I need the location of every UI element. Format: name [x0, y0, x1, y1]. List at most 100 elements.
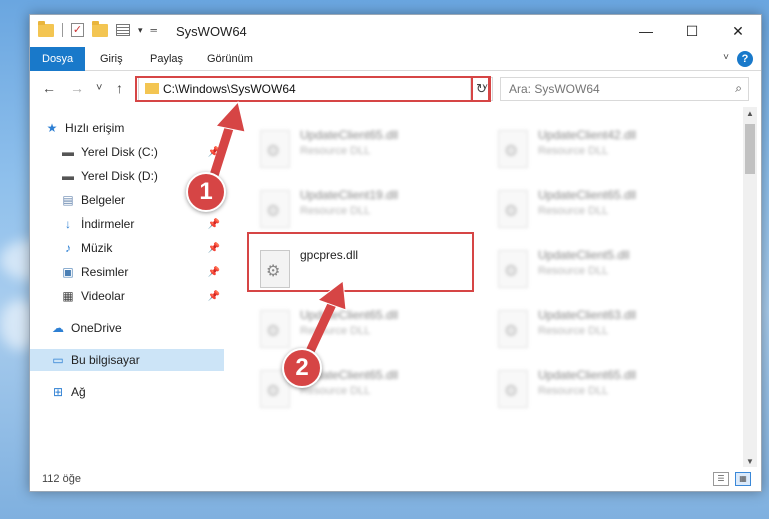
dll-file-icon [260, 130, 290, 168]
file-type: Resource DLL [538, 385, 609, 397]
new-folder-icon[interactable] [92, 20, 108, 37]
file-tile[interactable]: UpdateClient65.dll Resource DLL [490, 185, 710, 235]
scroll-thumb[interactable] [745, 124, 755, 174]
file-type: Resource DLL [538, 145, 609, 157]
file-tile[interactable]: UpdateClient42.dll Resource DLL [490, 125, 710, 175]
sidebar-item-pictures[interactable]: ▣ Resimler 📌 [30, 261, 224, 283]
customize-toolbar-icon[interactable]: ═ [151, 25, 157, 35]
file-name: UpdateClient65.dll [538, 368, 637, 382]
sidebar-item-label: Hızlı erişim [65, 121, 125, 135]
sidebar-item-downloads[interactable]: ↓ İndirmeler 📌 [30, 213, 224, 235]
file-tile[interactable]: UpdateClient65.dll Resource DLL [490, 365, 710, 415]
sidebar-item-label: Bu bilgisayar [71, 353, 140, 367]
ribbon: Dosya Giriş Paylaş Görünüm ˅ ? [30, 47, 761, 71]
dll-file-icon [260, 310, 290, 348]
sidebar-item-label: OneDrive [71, 321, 122, 335]
search-box[interactable]: ⌕ [500, 77, 749, 101]
details-view-icon[interactable]: ☰ [713, 472, 729, 486]
toolbar-divider [62, 23, 63, 37]
status-bar: 112 öğe ☰ ▦ [30, 467, 761, 491]
search-icon[interactable]: ⌕ [735, 81, 742, 96]
sidebar-item-onedrive[interactable]: ☁ OneDrive [30, 317, 224, 339]
sidebar-item-music[interactable]: ♪ Müzik 📌 [30, 237, 224, 259]
tiles-view-icon[interactable]: ▦ [735, 472, 751, 486]
tab-file[interactable]: Dosya [30, 47, 86, 71]
download-icon: ↓ [65, 217, 71, 231]
forward-button[interactable]: → [70, 80, 84, 96]
step-2-badge: 2 [282, 348, 322, 388]
sidebar-item-disk-c[interactable]: ▬ Yerel Disk (C:) 📌 [30, 141, 224, 163]
dll-file-icon [498, 310, 528, 348]
cloud-icon: ☁ [52, 321, 64, 335]
tab-share[interactable]: Paylaş [150, 47, 183, 71]
sidebar-item-label: Resimler [81, 265, 129, 279]
file-type: Resource DLL [300, 145, 371, 157]
sidebar-item-label: Belgeler [81, 193, 126, 207]
maximize-button[interactable]: ☐ [669, 15, 715, 47]
sidebar-item-label: Yerel Disk (C:) [81, 145, 158, 159]
file-tile[interactable]: UpdateClient63.dll Resource DLL [490, 305, 710, 355]
sidebar-item-network[interactable]: ⊞ Ağ [30, 381, 224, 403]
properties-check-icon[interactable]: ✓ [71, 23, 84, 37]
tab-view[interactable]: Görünüm [207, 47, 253, 71]
file-tile[interactable]: UpdateClient19.dll Resource DLL [252, 185, 472, 235]
file-name: UpdateClient65.dll [300, 308, 399, 322]
pictures-icon: ▣ [62, 265, 74, 279]
search-input[interactable] [509, 81, 719, 97]
expand-ribbon-icon[interactable]: ˅ [723, 52, 729, 63]
sidebar-item-label: İndirmeler [81, 217, 135, 231]
dll-file-icon [498, 370, 528, 408]
address-highlight-box [135, 76, 490, 102]
computer-icon: ▭ [52, 353, 64, 367]
folder-icon[interactable] [38, 20, 54, 37]
dll-file-icon [498, 190, 528, 228]
drive-icon: ▬ [62, 169, 74, 183]
pin-icon[interactable]: 📌 [208, 291, 220, 302]
pin-icon[interactable]: 📌 [208, 243, 220, 254]
sidebar-item-videos[interactable]: ▦ Videolar 📌 [30, 285, 224, 307]
scroll-up-icon[interactable]: ▲ [743, 107, 757, 121]
dll-file-icon [498, 130, 528, 168]
recent-locations-button[interactable]: ˅ [96, 82, 102, 94]
file-type: Resource DLL [538, 205, 609, 217]
file-type: Resource DLL [538, 265, 609, 277]
file-tile[interactable]: UpdateClient65.dll Resource DLL [252, 125, 472, 175]
vertical-scrollbar[interactable]: ▲ ▼ [743, 107, 757, 469]
pin-icon[interactable]: 📌 [208, 147, 220, 158]
video-icon: ▦ [62, 289, 74, 303]
item-count: 112 öğe [42, 473, 81, 485]
file-type: Resource DLL [300, 325, 371, 337]
help-icon[interactable]: ? [737, 51, 753, 67]
chevron-down-icon[interactable]: ▾ [138, 25, 143, 36]
dll-file-icon [498, 250, 528, 288]
file-name: UpdateClient19.dll [300, 188, 399, 202]
sidebar-item-label: Yerel Disk (D:) [81, 169, 158, 183]
file-name: UpdateClient63.dll [538, 308, 637, 322]
quick-access-toolbar: ✓ ▾ ═ [38, 20, 157, 37]
file-name: UpdateClient65.dll [538, 188, 637, 202]
up-button[interactable]: ↑ [116, 80, 123, 96]
file-tile[interactable]: UpdateClient5.dll Resource DLL [490, 245, 710, 295]
sidebar-item-label: Müzik [81, 241, 113, 255]
sidebar-item-label: Ağ [71, 385, 86, 399]
file-type: Resource DLL [538, 325, 609, 337]
pin-icon[interactable]: 📌 [208, 219, 220, 230]
file-name: UpdateClient65.dll [300, 128, 399, 142]
tab-home[interactable]: Giriş [100, 47, 123, 71]
title-bar: ✓ ▾ ═ SysWOW64 — ☐ ✕ [30, 15, 761, 47]
sidebar-item-quick-access[interactable]: ★ Hızlı erişim [30, 117, 224, 139]
properties-icon[interactable] [116, 24, 130, 36]
file-tile[interactable]: UpdateClient65.dll Resource DLL [252, 305, 472, 355]
window-title: SysWOW64 [176, 24, 247, 39]
navigation-pane: ★ Hızlı erişim ▬ Yerel Disk (C:) 📌 ▬ Yer… [30, 107, 224, 467]
back-button[interactable]: ← [42, 80, 56, 96]
close-button[interactable]: ✕ [715, 15, 761, 47]
sidebar-item-label: Videolar [81, 289, 125, 303]
refresh-highlight-box [471, 76, 491, 102]
minimize-button[interactable]: — [623, 15, 669, 47]
network-icon: ⊞ [52, 385, 64, 399]
star-icon: ★ [46, 121, 58, 135]
sidebar-item-this-pc[interactable]: ▭ Bu bilgisayar [30, 349, 224, 371]
pin-icon[interactable]: 📌 [208, 267, 220, 278]
step-1-badge: 1 [186, 172, 226, 212]
